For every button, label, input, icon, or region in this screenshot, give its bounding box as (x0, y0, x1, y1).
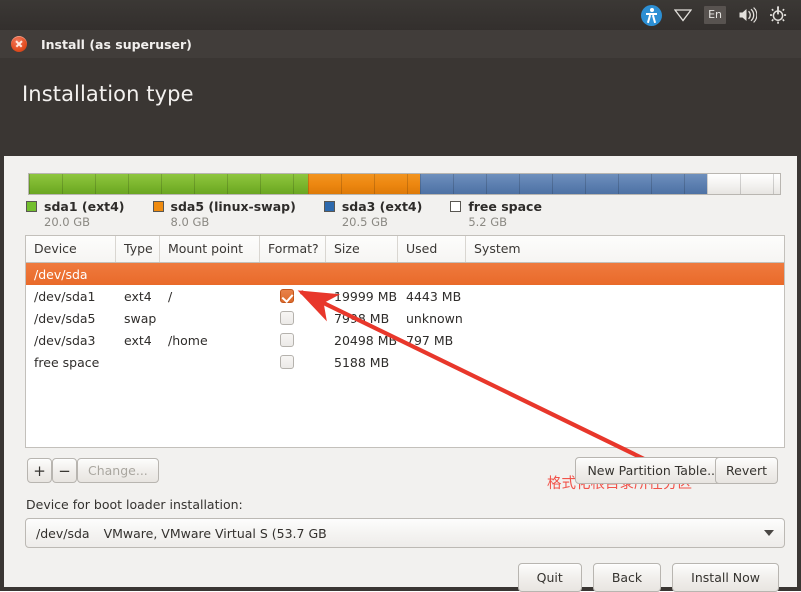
cell-device: /dev/sda1 (26, 289, 116, 304)
new-partition-table-button[interactable]: New Partition Table... (575, 457, 731, 484)
table-header-row: Device Type Mount point Format? Size Use… (26, 236, 784, 263)
legend-item-sda1: sda1 (ext4) 20.0 GB (26, 199, 125, 229)
revert-button[interactable]: Revert (715, 457, 778, 484)
column-header-system[interactable]: System (466, 236, 784, 262)
column-header-mount-point[interactable]: Mount point (160, 236, 260, 262)
bootloader-label: Device for boot loader installation: (26, 497, 243, 512)
cell-type: ext4 (116, 289, 160, 304)
column-header-format[interactable]: Format? (260, 236, 326, 262)
format-checkbox-free-space[interactable] (280, 355, 294, 369)
legend-item-free-space: free space 5.2 GB (450, 199, 542, 229)
legend-swatch-icon (26, 201, 37, 212)
cell-format[interactable] (260, 289, 326, 303)
table-row[interactable]: /dev/sda1 ext4 / 19999 MB 4443 MB (26, 285, 784, 307)
format-checkbox-sda5[interactable] (280, 311, 294, 325)
column-header-device[interactable]: Device (26, 236, 116, 262)
legend-label: sda3 (ext4) (342, 199, 423, 214)
cell-format[interactable] (260, 333, 326, 347)
partition-bar (28, 173, 781, 195)
legend-size: 8.0 GB (171, 215, 296, 229)
window-titlebar: Install (as superuser) (0, 30, 801, 58)
legend-size: 5.2 GB (468, 215, 542, 229)
table-row-disk[interactable]: /dev/sda (26, 263, 784, 285)
cell-type: ext4 (116, 333, 160, 348)
chevron-down-icon (764, 530, 774, 536)
partition-segment-free-space[interactable] (707, 174, 780, 194)
legend-item-sda5: sda5 (linux-swap) 8.0 GB (153, 199, 296, 229)
partition-segment-sda1[interactable] (29, 174, 308, 194)
cell-device: /dev/sda5 (26, 311, 116, 326)
format-checkbox-sda3[interactable] (280, 333, 294, 347)
cell-format[interactable] (260, 311, 326, 325)
cell-device: free space (26, 355, 116, 370)
table-row[interactable]: /dev/sda5 swap 7998 MB unknown (26, 307, 784, 329)
cell-mount-point: / (160, 289, 260, 304)
legend-size: 20.5 GB (342, 215, 423, 229)
cell-used: 4443 MB (398, 289, 466, 304)
legend-swatch-icon (153, 201, 164, 212)
partition-segment-sda5[interactable] (308, 174, 420, 194)
network-indicator[interactable] (668, 0, 698, 30)
cell-size: 19999 MB (326, 289, 398, 304)
legend-label: free space (468, 199, 542, 214)
cell-size: 20498 MB (326, 333, 398, 348)
format-checkbox-sda1[interactable] (280, 289, 294, 303)
close-icon[interactable] (11, 36, 27, 52)
cell-type: swap (116, 311, 160, 326)
back-button[interactable]: Back (593, 563, 661, 592)
bootloader-device-value: /dev/sda (36, 526, 90, 541)
session-indicator[interactable] (763, 0, 793, 30)
volume-icon (738, 7, 757, 23)
bootloader-device-select[interactable]: /dev/sda VMware, VMware Virtual S (53.7 … (25, 518, 785, 548)
column-header-size[interactable]: Size (326, 236, 398, 262)
legend-size: 20.0 GB (44, 215, 125, 229)
page-title: Installation type (22, 82, 194, 106)
volume-indicator[interactable] (732, 0, 763, 30)
legend-swatch-icon (324, 201, 335, 212)
legend-label: sda1 (ext4) (44, 199, 125, 214)
column-header-type[interactable]: Type (116, 236, 160, 262)
window-title: Install (as superuser) (41, 37, 192, 52)
accessibility-icon (641, 5, 662, 26)
dialog-footer: Quit Back Install Now (0, 557, 801, 591)
keyboard-indicator[interactable]: En (698, 0, 732, 30)
add-partition-button[interactable]: + (27, 458, 52, 483)
cell-format[interactable] (260, 355, 326, 369)
cell-size: 7998 MB (326, 311, 398, 326)
legend-item-sda3: sda3 (ext4) 20.5 GB (324, 199, 423, 229)
cell-used: 797 MB (398, 333, 466, 348)
remove-partition-button[interactable]: − (52, 458, 77, 483)
cell-device: /dev/sda3 (26, 333, 116, 348)
quit-button[interactable]: Quit (518, 563, 582, 592)
bootloader-device-description: VMware, VMware Virtual S (53.7 GB (104, 526, 327, 541)
power-gear-icon (769, 6, 787, 24)
legend-swatch-icon (450, 201, 461, 212)
install-now-button[interactable]: Install Now (672, 563, 779, 592)
table-row[interactable]: free space 5188 MB (26, 351, 784, 373)
partition-legend: sda1 (ext4) 20.0 GB sda5 (linux-swap) 8.… (26, 199, 570, 229)
header-strip: Installation type (0, 58, 801, 156)
table-row[interactable]: /dev/sda3 ext4 /home 20498 MB 797 MB (26, 329, 784, 351)
column-header-used[interactable]: Used (398, 236, 466, 262)
legend-label: sda5 (linux-swap) (171, 199, 296, 214)
partition-table: Device Type Mount point Format? Size Use… (25, 235, 785, 448)
installer-window: Install (as superuser) Installation type… (0, 30, 801, 591)
cell-used: unknown (398, 311, 466, 326)
cell-size: 5188 MB (326, 355, 398, 370)
dialog-body: sda1 (ext4) 20.0 GB sda5 (linux-swap) 8.… (0, 156, 801, 565)
cell-mount-point: /home (160, 333, 260, 348)
change-partition-button[interactable]: Change... (77, 458, 159, 483)
wifi-icon (674, 8, 692, 22)
accessibility-indicator[interactable] (635, 0, 668, 30)
partition-segment-sda3[interactable] (420, 174, 707, 194)
unity-top-panel: En (0, 0, 801, 30)
keyboard-layout-label: En (704, 6, 726, 24)
